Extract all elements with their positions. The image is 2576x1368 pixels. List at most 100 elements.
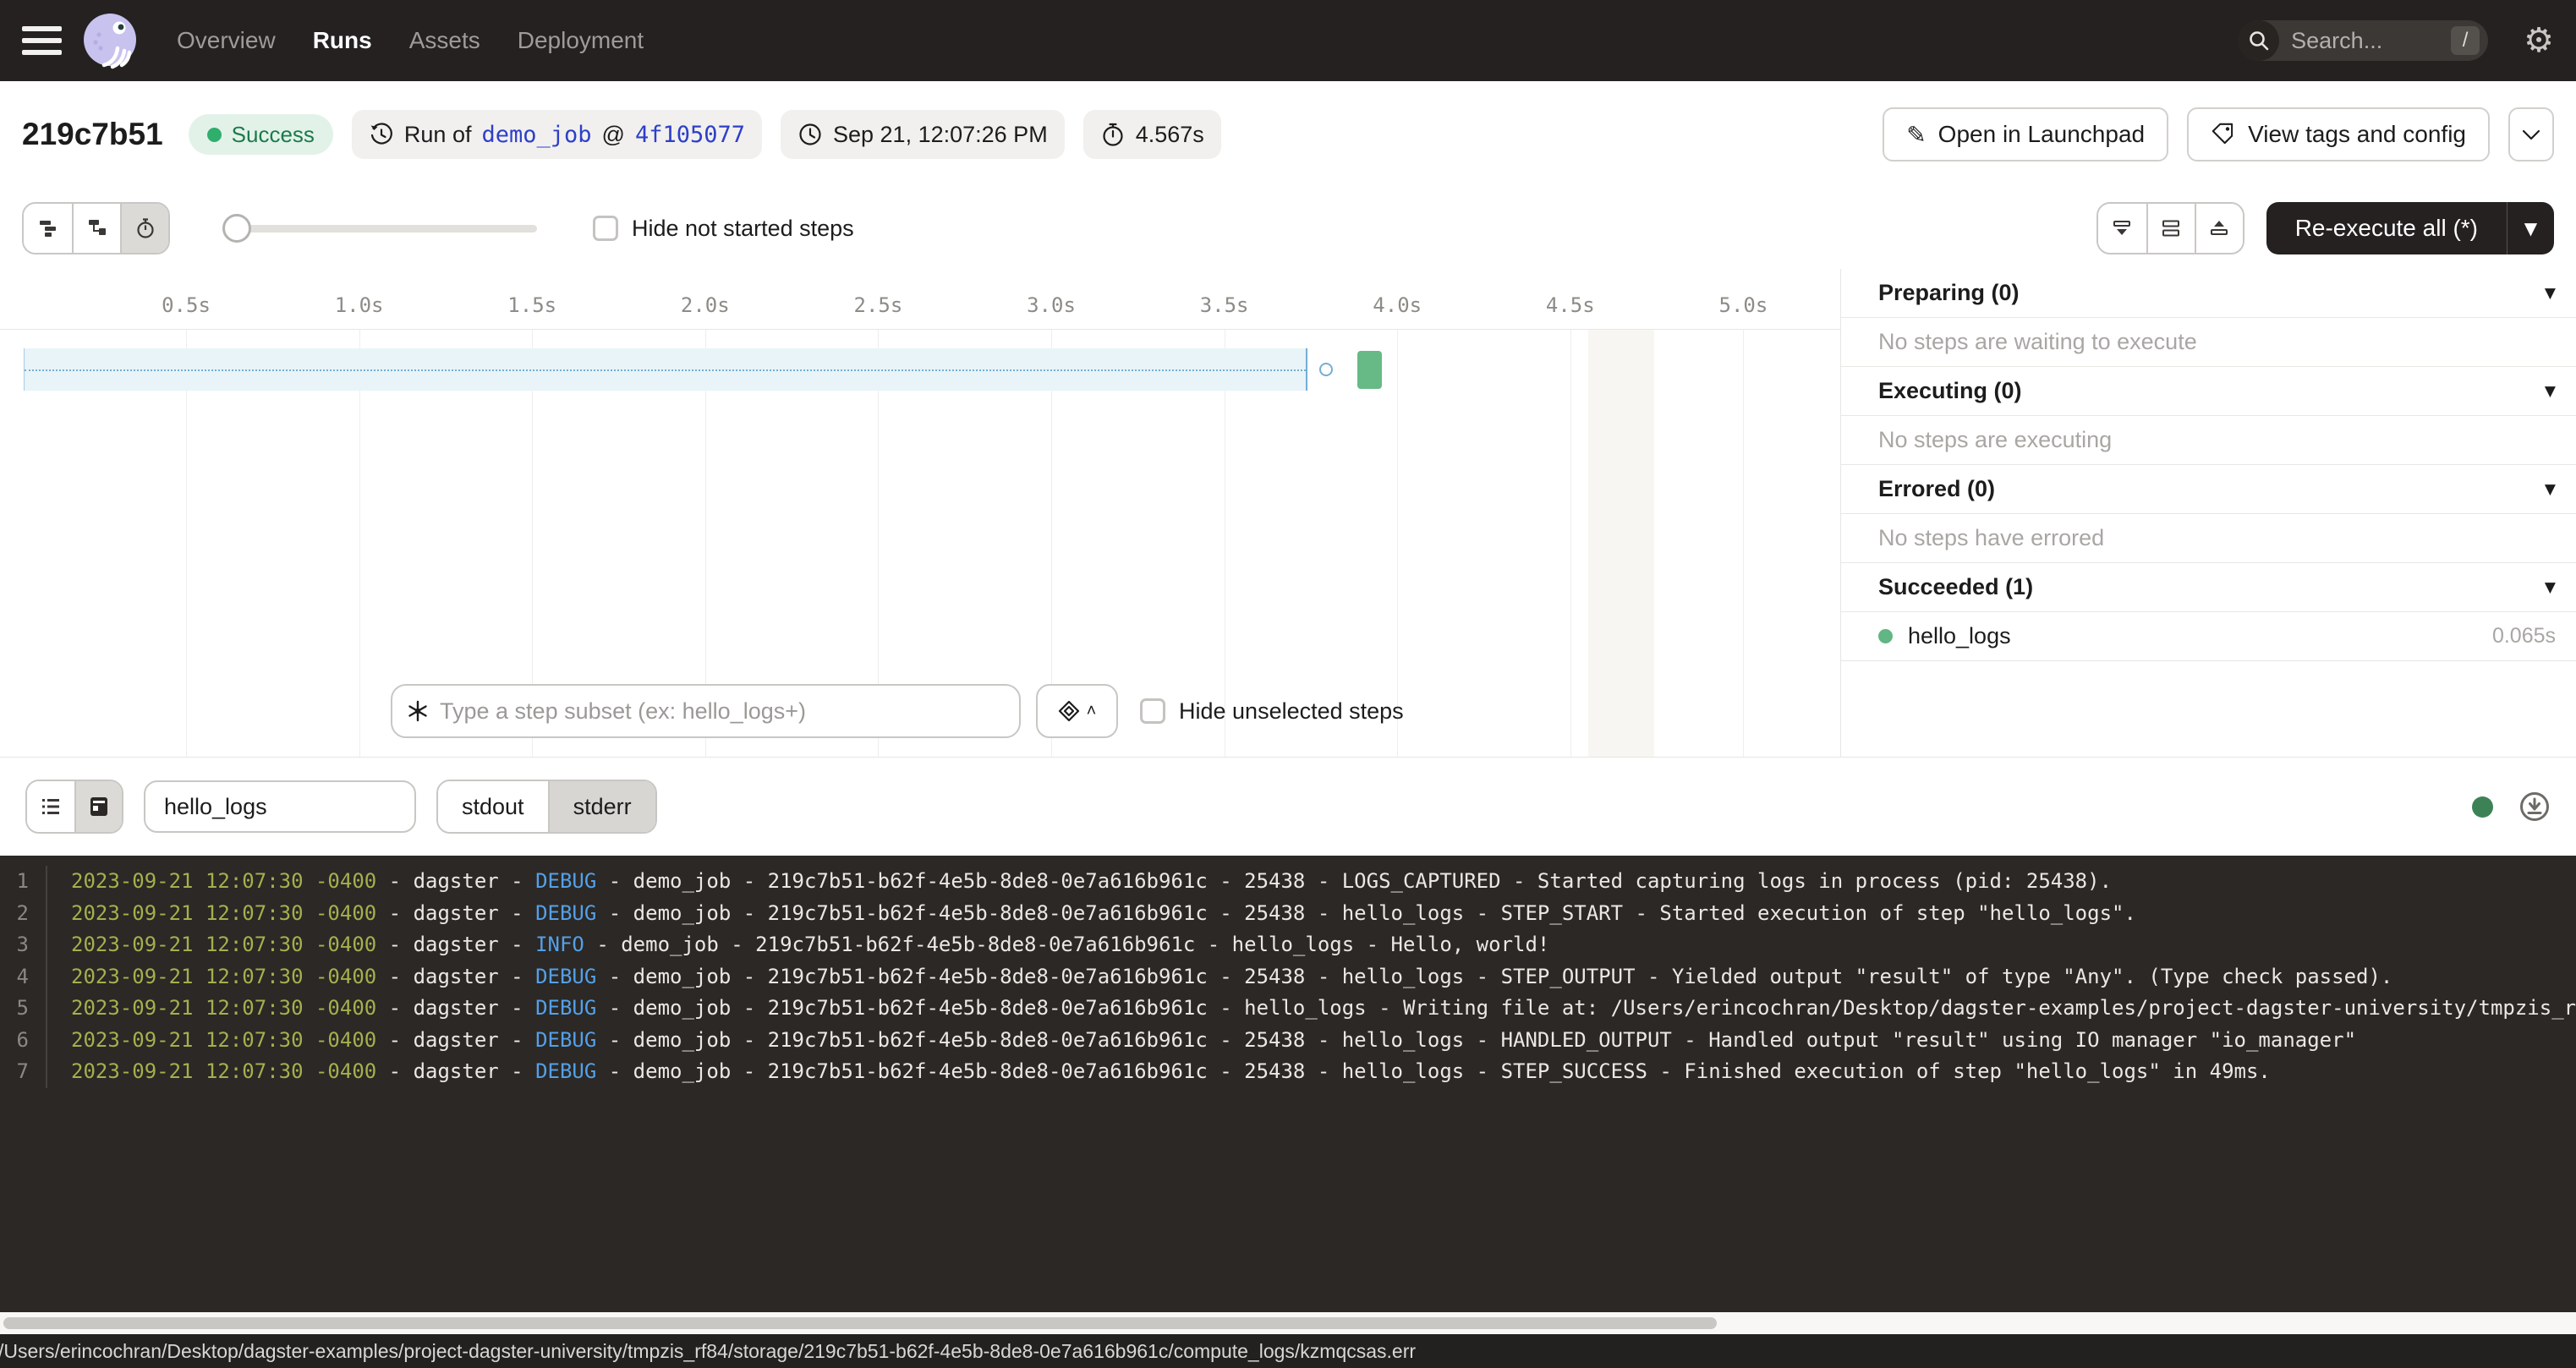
waterfall-view-button[interactable] — [72, 204, 120, 253]
gridline — [359, 330, 360, 757]
nav-links: Overview Runs Assets Deployment — [177, 27, 644, 54]
axis-tick: 2.5s — [853, 293, 902, 317]
view-tags-config-button[interactable]: View tags and config — [2187, 107, 2490, 161]
run-header: 219c7b51 Success Run of demo_job @ 4f105… — [0, 81, 2576, 188]
executing-empty-row: No steps are executing — [1841, 416, 2576, 465]
zoom-slider-track — [224, 225, 537, 233]
waiting-dotted-line — [25, 369, 1306, 371]
section-caret-icon[interactable]: ▼ — [2545, 285, 2556, 302]
raw-log-output[interactable]: 12023-09-21 12:07:30 -0400 - dagster - D… — [0, 856, 2576, 1312]
log-line-text: 2023-09-21 12:07:30 -0400 - dagster - DE… — [47, 866, 2112, 898]
gantt-axis: 0.5s1.0s1.5s2.0s2.5s3.0s3.5s4.0s4.5s5.0s — [0, 269, 1840, 330]
nav-item-runs[interactable]: Runs — [313, 27, 372, 54]
section-caret-icon[interactable]: ▼ — [2545, 383, 2556, 400]
log-line-text: 2023-09-21 12:07:30 -0400 - dagster - DE… — [47, 1056, 2271, 1088]
waterfall-icon — [86, 217, 108, 239]
log-toolbar: stdout stderr — [0, 757, 2576, 856]
gridline — [1570, 330, 1571, 757]
status-badge: Success — [189, 114, 333, 155]
nav-item-assets[interactable]: Assets — [409, 27, 480, 54]
nav-item-deployment[interactable]: Deployment — [518, 27, 644, 54]
log-stream-tabs: stdout stderr — [436, 780, 657, 834]
top-nav: Overview Runs Assets Deployment / ⚙ — [0, 0, 2576, 81]
log-filter-input[interactable] — [144, 780, 416, 833]
open-in-launchpad-button[interactable]: ✎ Open in Launchpad — [1883, 107, 2168, 161]
axis-tick: 2.0s — [681, 293, 730, 317]
hide-unselected-checkbox[interactable] — [1140, 698, 1165, 724]
stopwatch-icon — [1100, 122, 1126, 147]
axis-tick: 4.5s — [1546, 293, 1595, 317]
split-view-button[interactable] — [2146, 204, 2195, 253]
log-line: 52023-09-21 12:07:30 -0400 - dagster - D… — [0, 993, 2576, 1025]
structured-log-view-button[interactable] — [27, 781, 74, 832]
step-start-marker[interactable] — [1319, 363, 1333, 376]
graph-query-toggle-button[interactable]: ˄ — [1036, 684, 1118, 738]
tab-stderr[interactable]: stderr — [548, 781, 655, 832]
section-succeeded[interactable]: Succeeded (1)▼ — [1841, 563, 2576, 612]
axis-tick: 1.0s — [335, 293, 384, 317]
search-shortcut-badge: / — [2451, 26, 2480, 55]
scrollbar-thumb[interactable] — [3, 1317, 1717, 1329]
tag-icon — [2211, 122, 2236, 147]
log-horizontal-scrollbar[interactable] — [0, 1312, 2576, 1334]
download-log-icon[interactable] — [2518, 791, 2551, 823]
log-line: 12023-09-21 12:07:30 -0400 - dagster - D… — [0, 866, 2576, 898]
layers-icon — [1058, 700, 1080, 722]
code-version-link[interactable]: 4f105077 — [635, 122, 745, 148]
search-icon — [2239, 20, 2279, 61]
raw-log-icon — [88, 796, 110, 818]
hamburger-menu-icon[interactable] — [22, 26, 62, 55]
axis-tick: 3.0s — [1027, 293, 1076, 317]
timed-view-button[interactable] — [120, 204, 168, 253]
section-caret-icon[interactable]: ▼ — [2545, 579, 2556, 596]
panel-layout-group — [2096, 202, 2244, 254]
step-subset-input[interactable] — [440, 698, 1006, 725]
expand-up-button[interactable] — [2195, 204, 2243, 253]
hide-not-started-checkbox[interactable] — [593, 216, 618, 241]
collapse-caret: ˄ — [1087, 702, 1097, 721]
history-icon — [369, 122, 394, 147]
expand-up-icon — [2208, 217, 2230, 239]
reexecute-dropdown-caret[interactable]: ▼ — [2507, 202, 2554, 254]
gear-icon[interactable]: ⚙ — [2524, 24, 2554, 57]
log-file-path: /Users/erincochran/Desktop/dagster-examp… — [0, 1340, 1416, 1363]
status-dot — [207, 128, 222, 142]
dagster-logo-icon[interactable] — [80, 11, 140, 70]
gantt-chart: ˄ Hide unselected steps — [0, 330, 1840, 757]
search-box[interactable]: / — [2239, 20, 2488, 61]
job-link[interactable]: demo_job — [481, 122, 591, 148]
log-line: 42023-09-21 12:07:30 -0400 - dagster - D… — [0, 961, 2576, 993]
succeeded-step-row[interactable]: hello_logs 0.065s — [1841, 612, 2576, 661]
zoom-slider-knob[interactable] — [222, 214, 251, 243]
hide-not-started-row: Hide not started steps — [593, 216, 854, 242]
collapse-down-button[interactable] — [2098, 204, 2146, 253]
duration-tag: 4.567s — [1083, 110, 1221, 159]
op-selector-icon — [406, 699, 430, 723]
section-caret-icon[interactable]: ▼ — [2545, 481, 2556, 498]
section-executing[interactable]: Executing (0)▼ — [1841, 367, 2576, 416]
axis-tick: 5.0s — [1718, 293, 1768, 317]
section-preparing[interactable]: Preparing (0)▼ — [1841, 269, 2576, 318]
reexecute-all-button[interactable]: Re-execute all (*) ▼ — [2266, 202, 2554, 254]
step-bar-hello-logs[interactable] — [1357, 351, 1382, 389]
log-line-number: 3 — [0, 929, 47, 961]
step-subset-box[interactable] — [391, 684, 1021, 738]
flat-gantt-view-button[interactable] — [24, 204, 72, 253]
log-capture-status-dot — [2472, 796, 2493, 818]
errored-empty-row: No steps have errored — [1841, 514, 2576, 563]
log-line-text: 2023-09-21 12:07:30 -0400 - dagster - IN… — [47, 929, 1549, 961]
main-split: 0.5s1.0s1.5s2.0s2.5s3.0s3.5s4.0s4.5s5.0s — [0, 269, 2576, 757]
log-line-text: 2023-09-21 12:07:30 -0400 - dagster - DE… — [47, 961, 2392, 993]
step-success-dot — [1878, 629, 1893, 643]
section-errored[interactable]: Errored (0)▼ — [1841, 465, 2576, 514]
log-line-number: 2 — [0, 898, 47, 930]
header-more-button[interactable] — [2508, 107, 2554, 161]
raw-log-view-button[interactable] — [74, 781, 122, 832]
nav-item-overview[interactable]: Overview — [177, 27, 276, 54]
step-status-panel: Preparing (0)▼ No steps are waiting to e… — [1841, 269, 2576, 757]
timestamp-tag: Sep 21, 12:07:26 PM — [781, 110, 1065, 159]
pencil-icon: ✎ — [1906, 121, 1926, 149]
tab-stdout[interactable]: stdout — [438, 781, 548, 832]
zoom-slider[interactable] — [224, 213, 537, 244]
search-input[interactable] — [2291, 28, 2426, 54]
